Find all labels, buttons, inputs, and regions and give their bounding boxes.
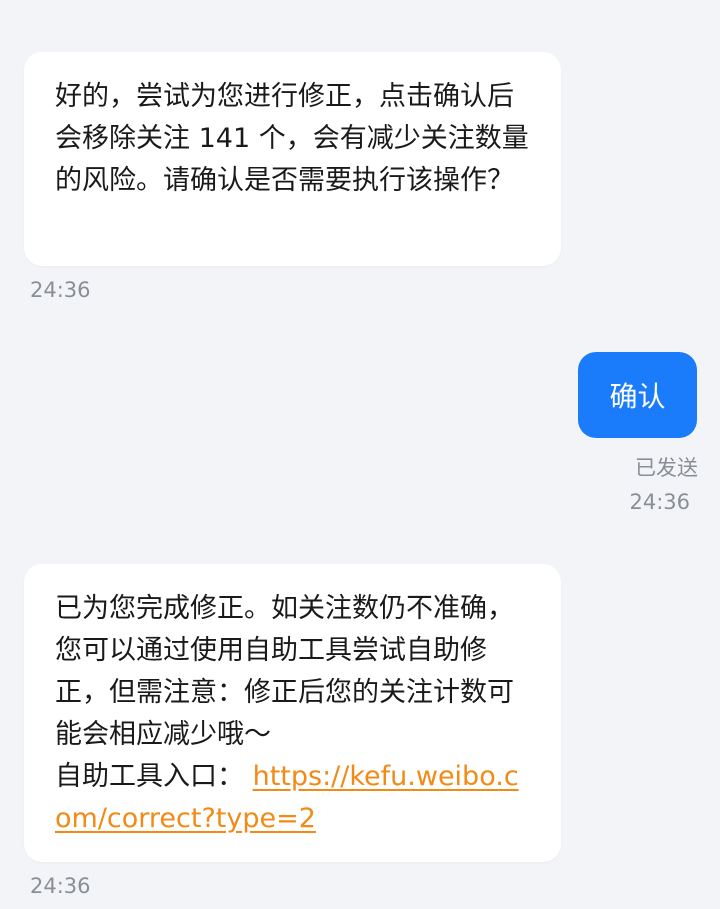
- incoming-message-bubble: 已为您完成修正。如关注数仍不准确，您可以通过使用自助工具尝试自助修正，但需注意：…: [24, 564, 561, 862]
- link-prefix-label: 自助工具入口：: [55, 761, 244, 792]
- message-timestamp: 24:36: [629, 490, 690, 514]
- message-text: 已为您完成修正。如关注数仍不准确，您可以通过使用自助工具尝试自助修正，但需注意：…: [55, 593, 514, 750]
- outgoing-message-bubble: 确认: [578, 352, 697, 438]
- incoming-message-bubble: 好的，尝试为您进行修正，点击确认后会移除关注 141 个，会有减少关注数量的风险…: [24, 52, 561, 266]
- sent-status: 已发送: [635, 456, 698, 480]
- message-text: 好的，尝试为您进行修正，点击确认后会移除关注 141 个，会有减少关注数量的风险…: [55, 81, 529, 196]
- message-timestamp: 24:36: [30, 874, 91, 898]
- message-timestamp: 24:36: [30, 278, 91, 302]
- message-text: 确认: [609, 380, 666, 413]
